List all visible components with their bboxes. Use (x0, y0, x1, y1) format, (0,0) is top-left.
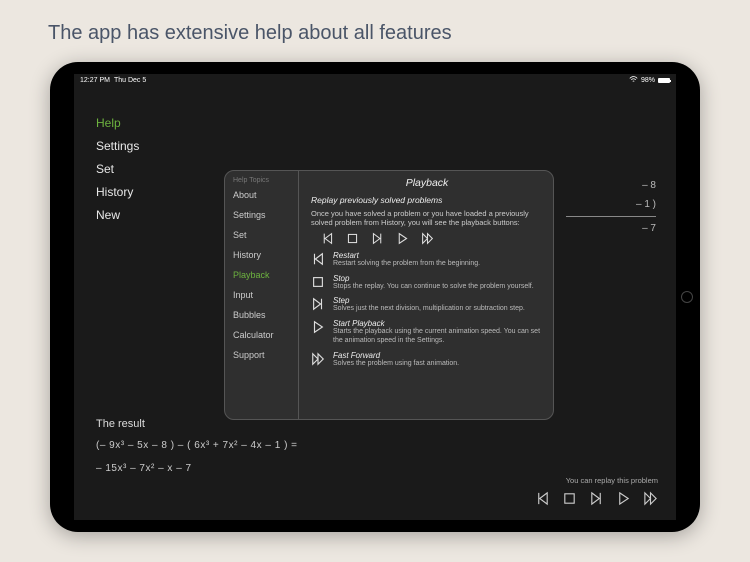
math-line: – 7 (566, 219, 656, 238)
topic-calculator[interactable]: Calculator (233, 330, 298, 340)
help-item-step: Step Solves just the next division, mult… (311, 296, 543, 314)
topic-about[interactable]: About (233, 190, 298, 200)
step-icon (311, 297, 325, 311)
math-line: – 8 (566, 176, 656, 195)
battery-percent: 98% (641, 77, 655, 84)
help-topics-header: Help Topics (233, 177, 298, 184)
topic-settings[interactable]: Settings (233, 210, 298, 220)
stop-button[interactable] (562, 491, 577, 506)
help-item-play: Start Playback Starts the playback using… (311, 319, 543, 346)
help-topics-list: Help Topics About Settings Set History P… (225, 171, 299, 419)
help-item-desc: Stops the replay. You can continue to so… (333, 283, 534, 292)
screen: 12:27 PM Thu Dec 5 98% Help Settings Set… (74, 74, 676, 520)
marketing-caption: The app has extensive help about all fea… (48, 22, 452, 45)
fastforward-icon (311, 352, 325, 366)
step-button[interactable] (589, 491, 604, 506)
topic-history[interactable]: History (233, 250, 298, 260)
help-panel: Help Topics About Settings Set History P… (224, 170, 554, 420)
play-icon (311, 320, 325, 334)
stop-icon (346, 232, 359, 245)
menu-help[interactable]: Help (96, 116, 139, 130)
play-button[interactable] (616, 491, 631, 506)
restart-button[interactable] (535, 491, 550, 506)
battery-icon (658, 78, 670, 83)
topic-set[interactable]: Set (233, 230, 298, 240)
help-item-desc: Solves just the next division, multiplic… (333, 305, 525, 314)
help-item-restart: Restart Restart solving the problem from… (311, 251, 543, 269)
step-icon (371, 232, 384, 245)
replay-hint: You can replay this problem (535, 476, 658, 485)
help-item-fastforward: Fast Forward Solves the problem using fa… (311, 351, 543, 369)
help-item-name: Stop (333, 274, 534, 283)
help-subtitle: Replay previously solved problems (311, 195, 543, 205)
fastforward-icon (421, 232, 434, 245)
help-item-name: Fast Forward (333, 351, 459, 360)
stop-icon (311, 275, 325, 289)
topic-input[interactable]: Input (233, 290, 298, 300)
help-item-name: Restart (333, 251, 480, 260)
help-intro: Once you have solved a problem or you ha… (311, 209, 543, 228)
replay-area: You can replay this problem (535, 476, 658, 506)
topic-support[interactable]: Support (233, 350, 298, 360)
help-content: Playback Replay previously solved proble… (299, 171, 553, 419)
menu-history[interactable]: History (96, 185, 139, 199)
status-time: 12:27 PM (80, 77, 110, 84)
help-item-desc: Starts the playback using the current an… (333, 328, 543, 346)
restart-icon (321, 232, 334, 245)
main-menu: Help Settings Set History New (96, 116, 139, 222)
menu-set[interactable]: Set (96, 162, 139, 176)
help-item-name: Step (333, 296, 525, 305)
status-date: Thu Dec 5 (114, 77, 146, 84)
result-expression: (– 9x³ – 5x – 8 ) – ( 6x³ + 7x² – 4x – 1… (96, 440, 298, 451)
play-icon (396, 232, 409, 245)
topic-playback[interactable]: Playback (233, 270, 298, 280)
status-bar: 12:27 PM Thu Dec 5 98% (74, 74, 676, 85)
worked-problem: – 8 – 1 ) – 7 (566, 176, 656, 238)
help-title: Playback (311, 177, 543, 189)
tablet-frame: 12:27 PM Thu Dec 5 98% Help Settings Set… (50, 62, 700, 532)
math-line: – 1 ) (566, 195, 656, 214)
result-header: The result (96, 418, 298, 430)
help-item-desc: Solves the problem using fast animation. (333, 360, 459, 369)
math-rule (566, 216, 656, 217)
help-item-desc: Restart solving the problem from the beg… (333, 260, 480, 269)
topic-bubbles[interactable]: Bubbles (233, 310, 298, 320)
help-item-name: Start Playback (333, 319, 543, 328)
result-answer: – 15x³ – 7x² – x – 7 (96, 463, 298, 474)
help-item-stop: Stop Stops the replay. You can continue … (311, 274, 543, 292)
wifi-icon (629, 76, 638, 85)
result-area: The result (– 9x³ – 5x – 8 ) – ( 6x³ + 7… (96, 418, 298, 474)
fastforward-button[interactable] (643, 491, 658, 506)
playback-icons-preview (321, 232, 543, 245)
menu-settings[interactable]: Settings (96, 139, 139, 153)
menu-new[interactable]: New (96, 208, 139, 222)
restart-icon (311, 252, 325, 266)
home-button[interactable] (681, 291, 693, 303)
